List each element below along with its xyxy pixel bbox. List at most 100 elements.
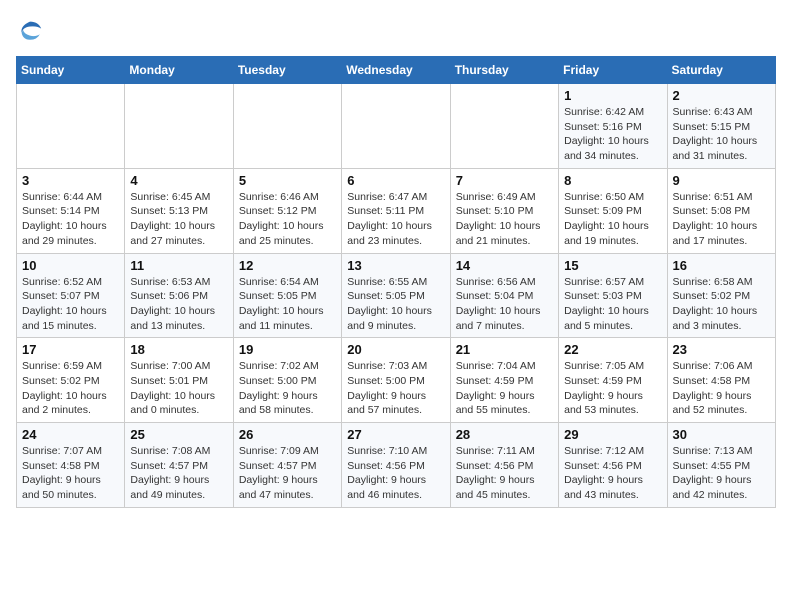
calendar-week: 17 Sunrise: 6:59 AM Sunset: 5:02 PM Dayli…	[17, 338, 776, 423]
day-detail: Sunrise: 6:49 AM Sunset: 5:10 PM Dayligh…	[456, 190, 553, 249]
day-number: 26	[239, 427, 336, 442]
day-number: 5	[239, 173, 336, 188]
day-number: 18	[130, 342, 227, 357]
weekday-header: Sunday	[17, 57, 125, 84]
day-number: 3	[22, 173, 119, 188]
day-detail: Sunrise: 7:13 AM Sunset: 4:55 PM Dayligh…	[673, 444, 770, 503]
day-number: 7	[456, 173, 553, 188]
calendar-cell: 9Sunrise: 6:51 AM Sunset: 5:08 PM Daylig…	[667, 168, 775, 253]
calendar-cell: 28 Sunrise: 7:11 AM Sunset: 4:56 PM Dayli…	[450, 423, 558, 508]
calendar-cell	[233, 84, 341, 169]
day-detail: Sunrise: 6:47 AM Sunset: 5:11 PM Dayligh…	[347, 190, 444, 249]
day-number: 15	[564, 258, 661, 273]
calendar-cell	[17, 84, 125, 169]
day-detail: Sunrise: 6:53 AM Sunset: 5:06 PM Dayligh…	[130, 275, 227, 334]
calendar-cell	[450, 84, 558, 169]
day-number: 1	[564, 88, 661, 103]
calendar-header: SundayMondayTuesdayWednesdayThursdayFrid…	[17, 57, 776, 84]
calendar-cell: 2 Sunrise: 6:43 AM Sunset: 5:15 PM Daylig…	[667, 84, 775, 169]
calendar-cell: 1 Sunrise: 6:42 AM Sunset: 5:16 PM Daylig…	[559, 84, 667, 169]
calendar-cell: 24 Sunrise: 7:07 AM Sunset: 4:58 PM Dayli…	[17, 423, 125, 508]
calendar-cell: 30 Sunrise: 7:13 AM Sunset: 4:55 PM Dayli…	[667, 423, 775, 508]
day-detail: Sunrise: 7:07 AM Sunset: 4:58 PM Dayligh…	[22, 444, 119, 503]
day-number: 4	[130, 173, 227, 188]
calendar-cell: 3Sunrise: 6:44 AM Sunset: 5:14 PM Daylig…	[17, 168, 125, 253]
calendar-cell: 7 Sunrise: 6:49 AM Sunset: 5:10 PM Daylig…	[450, 168, 558, 253]
calendar-cell: 23 Sunrise: 7:06 AM Sunset: 4:58 PM Dayli…	[667, 338, 775, 423]
day-number: 24	[22, 427, 119, 442]
calendar-cell: 17 Sunrise: 6:59 AM Sunset: 5:02 PM Dayli…	[17, 338, 125, 423]
calendar-cell: 10Sunrise: 6:52 AM Sunset: 5:07 PM Dayli…	[17, 253, 125, 338]
day-number: 21	[456, 342, 553, 357]
day-detail: Sunrise: 6:59 AM Sunset: 5:02 PM Dayligh…	[22, 359, 119, 418]
calendar-cell: 16 Sunrise: 6:58 AM Sunset: 5:02 PM Dayli…	[667, 253, 775, 338]
calendar-cell: 26 Sunrise: 7:09 AM Sunset: 4:57 PM Dayli…	[233, 423, 341, 508]
calendar-table: SundayMondayTuesdayWednesdayThursdayFrid…	[16, 56, 776, 508]
page-header	[16, 16, 776, 44]
calendar-cell: 18 Sunrise: 7:00 AM Sunset: 5:01 PM Dayli…	[125, 338, 233, 423]
day-number: 12	[239, 258, 336, 273]
calendar-cell: 8Sunrise: 6:50 AM Sunset: 5:09 PM Daylig…	[559, 168, 667, 253]
logo-icon	[16, 16, 44, 44]
day-detail: Sunrise: 7:11 AM Sunset: 4:56 PM Dayligh…	[456, 444, 553, 503]
calendar-cell: 27 Sunrise: 7:10 AM Sunset: 4:56 PM Dayli…	[342, 423, 450, 508]
day-number: 23	[673, 342, 770, 357]
day-number: 19	[239, 342, 336, 357]
day-detail: Sunrise: 7:00 AM Sunset: 5:01 PM Dayligh…	[130, 359, 227, 418]
day-number: 25	[130, 427, 227, 442]
day-number: 20	[347, 342, 444, 357]
weekday-header: Wednesday	[342, 57, 450, 84]
day-detail: Sunrise: 7:08 AM Sunset: 4:57 PM Dayligh…	[130, 444, 227, 503]
calendar-cell: 15 Sunrise: 6:57 AM Sunset: 5:03 PM Dayli…	[559, 253, 667, 338]
calendar-cell: 19 Sunrise: 7:02 AM Sunset: 5:00 PM Dayli…	[233, 338, 341, 423]
day-detail: Sunrise: 7:09 AM Sunset: 4:57 PM Dayligh…	[239, 444, 336, 503]
calendar-cell: 29 Sunrise: 7:12 AM Sunset: 4:56 PM Dayli…	[559, 423, 667, 508]
day-detail: Sunrise: 6:42 AM Sunset: 5:16 PM Dayligh…	[564, 105, 661, 164]
day-detail: Sunrise: 6:57 AM Sunset: 5:03 PM Dayligh…	[564, 275, 661, 334]
day-number: 13	[347, 258, 444, 273]
day-number: 27	[347, 427, 444, 442]
weekday-header: Friday	[559, 57, 667, 84]
day-detail: Sunrise: 7:02 AM Sunset: 5:00 PM Dayligh…	[239, 359, 336, 418]
day-detail: Sunrise: 7:05 AM Sunset: 4:59 PM Dayligh…	[564, 359, 661, 418]
calendar-cell: 14 Sunrise: 6:56 AM Sunset: 5:04 PM Dayli…	[450, 253, 558, 338]
calendar-cell: 12 Sunrise: 6:54 AM Sunset: 5:05 PM Dayli…	[233, 253, 341, 338]
calendar-cell: 22Sunrise: 7:05 AM Sunset: 4:59 PM Dayli…	[559, 338, 667, 423]
day-number: 16	[673, 258, 770, 273]
day-number: 11	[130, 258, 227, 273]
day-detail: Sunrise: 7:06 AM Sunset: 4:58 PM Dayligh…	[673, 359, 770, 418]
day-number: 17	[22, 342, 119, 357]
calendar-cell: 21 Sunrise: 7:04 AM Sunset: 4:59 PM Dayli…	[450, 338, 558, 423]
weekday-header: Monday	[125, 57, 233, 84]
day-detail: Sunrise: 6:58 AM Sunset: 5:02 PM Dayligh…	[673, 275, 770, 334]
calendar-cell: 5 Sunrise: 6:46 AM Sunset: 5:12 PM Daylig…	[233, 168, 341, 253]
day-detail: Sunrise: 6:51 AM Sunset: 5:08 PM Dayligh…	[673, 190, 770, 249]
day-number: 29	[564, 427, 661, 442]
day-detail: Sunrise: 7:04 AM Sunset: 4:59 PM Dayligh…	[456, 359, 553, 418]
calendar-cell	[342, 84, 450, 169]
calendar-week: 3Sunrise: 6:44 AM Sunset: 5:14 PM Daylig…	[17, 168, 776, 253]
day-detail: Sunrise: 6:43 AM Sunset: 5:15 PM Dayligh…	[673, 105, 770, 164]
weekday-header: Thursday	[450, 57, 558, 84]
day-detail: Sunrise: 6:54 AM Sunset: 5:05 PM Dayligh…	[239, 275, 336, 334]
calendar-week: 1 Sunrise: 6:42 AM Sunset: 5:16 PM Daylig…	[17, 84, 776, 169]
logo	[16, 16, 48, 44]
day-detail: Sunrise: 7:03 AM Sunset: 5:00 PM Dayligh…	[347, 359, 444, 418]
calendar-cell: 11 Sunrise: 6:53 AM Sunset: 5:06 PM Dayli…	[125, 253, 233, 338]
day-detail: Sunrise: 6:52 AM Sunset: 5:07 PM Dayligh…	[22, 275, 119, 334]
day-detail: Sunrise: 6:56 AM Sunset: 5:04 PM Dayligh…	[456, 275, 553, 334]
day-number: 14	[456, 258, 553, 273]
calendar-cell: 25 Sunrise: 7:08 AM Sunset: 4:57 PM Dayli…	[125, 423, 233, 508]
day-detail: Sunrise: 6:55 AM Sunset: 5:05 PM Dayligh…	[347, 275, 444, 334]
day-number: 30	[673, 427, 770, 442]
day-number: 28	[456, 427, 553, 442]
day-number: 2	[673, 88, 770, 103]
day-detail: Sunrise: 7:10 AM Sunset: 4:56 PM Dayligh…	[347, 444, 444, 503]
day-detail: Sunrise: 6:45 AM Sunset: 5:13 PM Dayligh…	[130, 190, 227, 249]
day-number: 6	[347, 173, 444, 188]
calendar-cell: 13 Sunrise: 6:55 AM Sunset: 5:05 PM Dayli…	[342, 253, 450, 338]
calendar-cell	[125, 84, 233, 169]
day-detail: Sunrise: 6:46 AM Sunset: 5:12 PM Dayligh…	[239, 190, 336, 249]
calendar-cell: 6 Sunrise: 6:47 AM Sunset: 5:11 PM Daylig…	[342, 168, 450, 253]
day-detail: Sunrise: 7:12 AM Sunset: 4:56 PM Dayligh…	[564, 444, 661, 503]
